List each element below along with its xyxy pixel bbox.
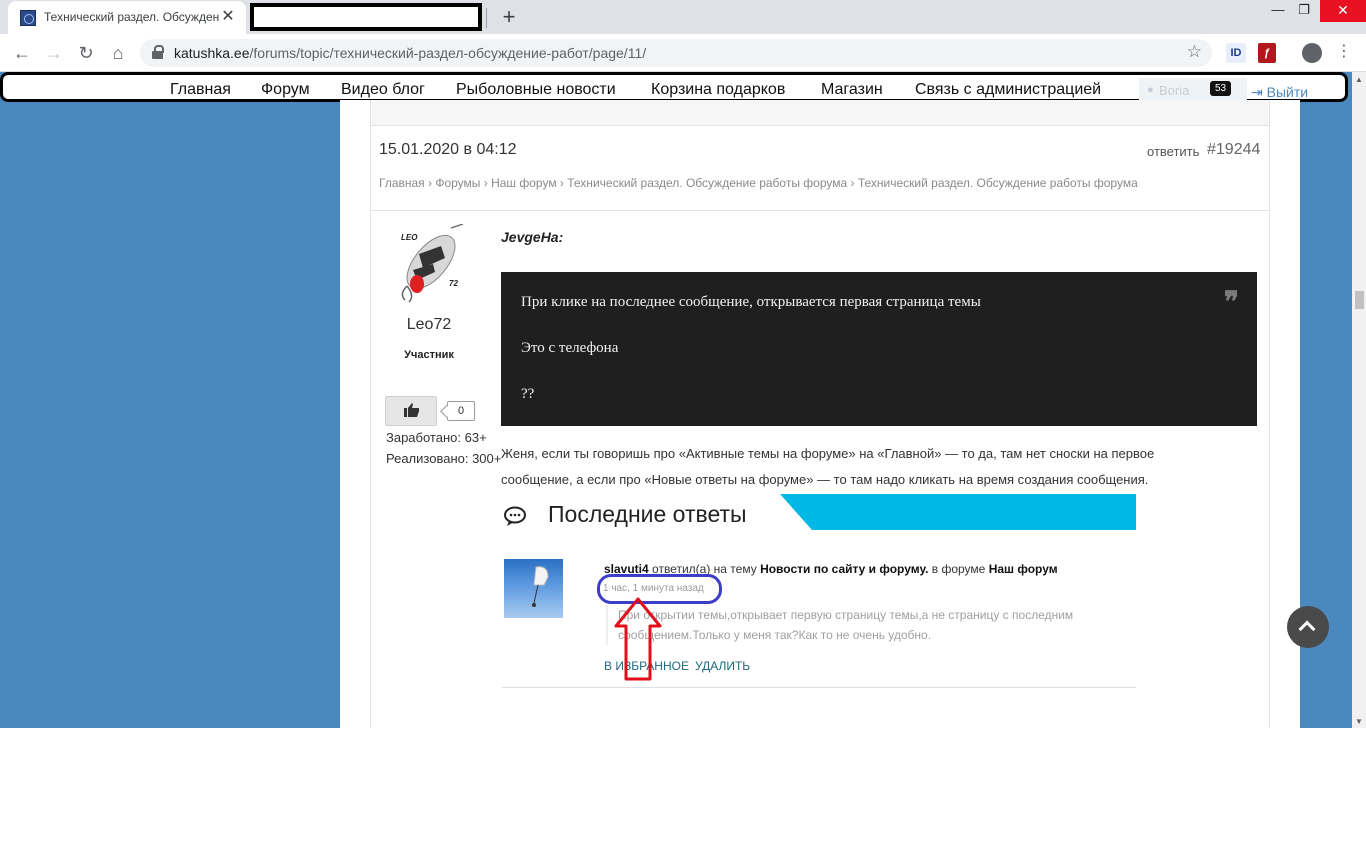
header-accent-stripe	[780, 494, 1136, 530]
username: Boria	[1159, 83, 1190, 98]
divider	[502, 687, 1136, 688]
page-viewport: Главная Форум Видео блог Рыболовные ново…	[0, 72, 1352, 728]
quote-block: При клике на последнее сообщение, открыв…	[501, 272, 1257, 426]
scroll-up-icon[interactable]: ▲	[1355, 75, 1363, 84]
logout-label: Выйти	[1266, 84, 1309, 100]
id-extension-icon[interactable]: ID	[1226, 43, 1246, 63]
breadcrumb[interactable]: Главная › Форумы › Наш форум › Техническ…	[379, 176, 1138, 190]
reply-excerpt: При открытии темы,открывает первую стран…	[606, 605, 1126, 645]
nav-item-fishing-news[interactable]: Рыболовные новости	[456, 81, 616, 99]
tab-strip: Технический раздел. Обсужден ✕ + — ❐ ✕	[0, 0, 1366, 34]
site-nav: Главная Форум Видео блог Рыболовные ново…	[0, 72, 1348, 102]
latest-replies-title: Последние ответы	[548, 501, 747, 527]
fishing-lure-icon: LEO 72	[401, 223, 464, 303]
maximize-icon[interactable]: ❐	[1283, 0, 1325, 22]
avatar-text-top: LEO	[401, 233, 418, 242]
previous-post-footer	[371, 100, 1269, 126]
scroll-down-icon[interactable]: ▼	[1355, 717, 1363, 726]
redacted-tab[interactable]	[250, 3, 482, 31]
browser-toolbar: ← → ↻ ⌂ katushka.ee/forums/topic/техниче…	[0, 34, 1366, 72]
author-avatar[interactable]: LEO 72	[389, 223, 469, 304]
reply-forum-link[interactable]: Наш форум	[989, 562, 1058, 576]
latest-replies-header: Последние ответы	[502, 494, 1136, 530]
nav-item-shop[interactable]: Магазин	[821, 81, 883, 99]
menu-dots-icon[interactable]: ⋮	[1336, 42, 1352, 62]
reply-link[interactable]: ответить	[1147, 144, 1199, 159]
avatar-text-num: 72	[449, 279, 458, 288]
chat-bubble-icon	[504, 506, 526, 526]
avatar-image	[532, 566, 549, 607]
scroll-top-icon	[1298, 620, 1316, 638]
reload-icon[interactable]: ↻	[73, 40, 99, 66]
flash-extension-icon[interactable]: ƒ	[1258, 43, 1276, 63]
star-icon[interactable]: ☆	[1187, 42, 1202, 62]
url-path: /forums/topic/технический-раздел-обсужде…	[249, 45, 647, 61]
quote-line: ??	[521, 386, 535, 402]
lock-icon	[152, 45, 164, 59]
nav-item-forum[interactable]: Форум	[261, 81, 310, 99]
nav-item-video-blog[interactable]: Видео блог	[341, 81, 425, 99]
earned-stat: Заработано: 63+	[386, 430, 487, 445]
divider	[371, 210, 1269, 211]
quote-author: JevgeHa:	[501, 229, 564, 245]
nav-item-home[interactable]: Главная	[170, 81, 231, 99]
post-date: 15.01.2020 в 04:12	[379, 141, 517, 158]
tab-title: Технический раздел. Обсужден	[44, 10, 220, 24]
forum-post: 15.01.2020 в 04:12 ответить #19244 Главн…	[370, 100, 1270, 728]
reply-topic-link[interactable]: Новости по сайту и форуму.	[760, 562, 928, 576]
scrollbar-thumb[interactable]	[1355, 291, 1364, 309]
notification-badge[interactable]: 53	[1210, 81, 1231, 96]
nav-item-contact-admin[interactable]: Связь с администрацией	[915, 81, 1101, 99]
user-icon: ●	[1147, 84, 1154, 96]
address-bar[interactable]: katushka.ee/forums/topic/технический-раз…	[140, 39, 1212, 67]
back-arrow-icon[interactable]: ←	[9, 40, 35, 66]
scroll-top-button[interactable]	[1287, 606, 1329, 648]
like-button[interactable]	[385, 396, 437, 426]
user-menu[interactable]: ● Boria 53	[1139, 78, 1247, 100]
nav-item-gift-cart[interactable]: Корзина подарков	[651, 81, 785, 99]
url-domain: katushka.ee	[174, 45, 250, 61]
like-count: 0	[447, 401, 475, 421]
quote-line: При клике на последнее сообщение, открыв…	[521, 294, 981, 310]
main-content: 15.01.2020 в 04:12 ответить #19244 Главн…	[340, 100, 1300, 728]
site-favicon-icon	[20, 10, 36, 26]
delete-button[interactable]: УДАЛИТЬ	[695, 659, 750, 673]
new-tab-button[interactable]: +	[496, 4, 522, 30]
logout-link[interactable]: ⇥ Выйти	[1251, 84, 1308, 101]
sold-stat: Реализовано: 300+	[386, 451, 502, 466]
profile-icon[interactable]	[1302, 43, 1322, 63]
post-body: Женя, если ты говоришь про «Активные тем…	[501, 446, 1155, 487]
forward-arrow-icon[interactable]: →	[41, 40, 67, 66]
screen: Технический раздел. Обсужден ✕ + — ❐ ✕ ←…	[0, 0, 1366, 853]
quote-icon: ❞	[1223, 287, 1239, 318]
quote-line: Это с телефона	[521, 340, 619, 356]
thumbs-up-icon	[404, 403, 419, 417]
active-tab[interactable]: Технический раздел. Обсужден ✕	[8, 1, 246, 34]
author-name[interactable]: Leo72	[371, 316, 487, 334]
post-number[interactable]: #19244	[1207, 141, 1260, 159]
reply-user-avatar[interactable]	[504, 559, 563, 618]
url-text[interactable]: katushka.ee/forums/topic/технический-раз…	[174, 45, 646, 61]
window-close-icon[interactable]: ✕	[1320, 0, 1366, 22]
reply-in-forum: в форуме	[928, 562, 989, 576]
author-role: Участник	[404, 349, 454, 361]
annotation-arrow-icon	[614, 597, 662, 681]
vertical-scrollbar[interactable]: ▲ ▼	[1352, 72, 1366, 728]
tab-divider	[486, 8, 487, 28]
close-tab-icon[interactable]: ✕	[218, 7, 238, 27]
home-icon[interactable]: ⌂	[105, 40, 131, 66]
logout-icon: ⇥	[1251, 84, 1263, 100]
